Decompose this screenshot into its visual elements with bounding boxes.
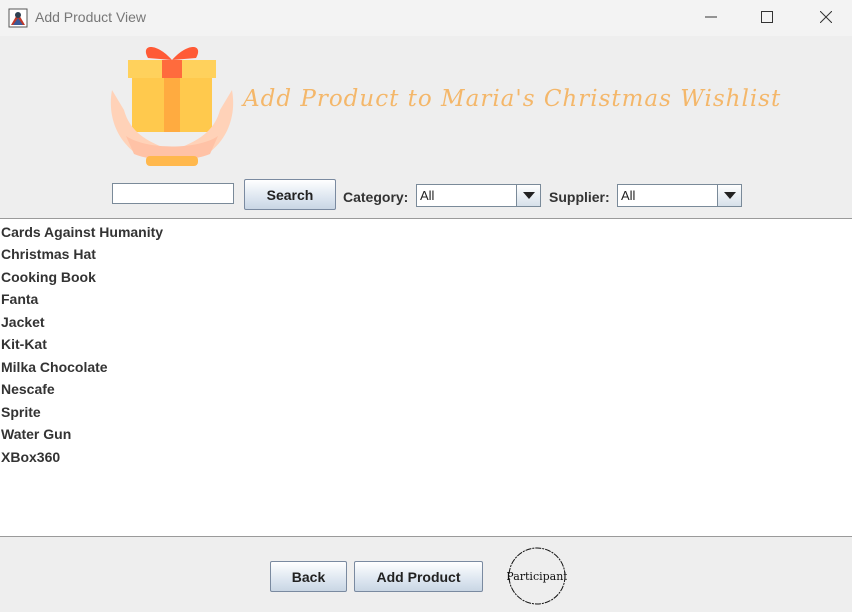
list-item[interactable]: XBox360 <box>1 449 60 465</box>
category-dropdown-button[interactable] <box>516 185 540 206</box>
list-item[interactable]: Nescafe <box>1 381 55 397</box>
participant-stamp: Participant <box>507 547 567 605</box>
supplier-select[interactable]: All <box>617 184 742 207</box>
close-button[interactable] <box>803 0 849 34</box>
app-icon <box>8 8 28 28</box>
list-item[interactable]: Milka Chocolate <box>1 359 108 375</box>
list-item[interactable]: Jacket <box>1 314 45 330</box>
supplier-selected-value: All <box>621 188 636 203</box>
list-item[interactable]: Kit-Kat <box>1 336 47 352</box>
category-selected-value: All <box>420 188 435 203</box>
minimize-icon <box>705 16 717 18</box>
list-item[interactable]: Cards Against Humanity <box>1 224 163 240</box>
maximize-button[interactable] <box>744 0 790 34</box>
category-select[interactable]: All <box>416 184 541 207</box>
list-item[interactable]: Christmas Hat <box>1 246 96 262</box>
title-bar: Add Product View <box>0 0 852 36</box>
close-icon <box>820 11 832 23</box>
list-item[interactable]: Cooking Book <box>1 269 96 285</box>
search-input[interactable] <box>112 183 234 204</box>
page-title: Add Product to Maria's Christmas Wishlis… <box>243 86 782 112</box>
gift-in-hands-icon <box>110 47 234 166</box>
list-item[interactable]: Fanta <box>1 291 38 307</box>
supplier-dropdown-button[interactable] <box>717 185 741 206</box>
search-button[interactable]: Search <box>244 179 336 210</box>
supplier-label: Supplier: <box>549 189 610 205</box>
product-list[interactable]: Cards Against Humanity Christmas Hat Coo… <box>0 218 852 537</box>
list-item[interactable]: Sprite <box>1 404 41 420</box>
add-product-button[interactable]: Add Product <box>354 561 483 592</box>
list-item[interactable]: Water Gun <box>1 426 71 442</box>
window-title: Add Product View <box>35 9 147 25</box>
stamp-text: Participant <box>507 570 567 583</box>
back-button[interactable]: Back <box>270 561 347 592</box>
maximize-icon <box>761 11 773 23</box>
minimize-button[interactable] <box>688 0 734 34</box>
category-label: Category: <box>343 189 409 205</box>
chevron-down-icon <box>522 191 535 199</box>
chevron-down-icon <box>723 191 736 199</box>
